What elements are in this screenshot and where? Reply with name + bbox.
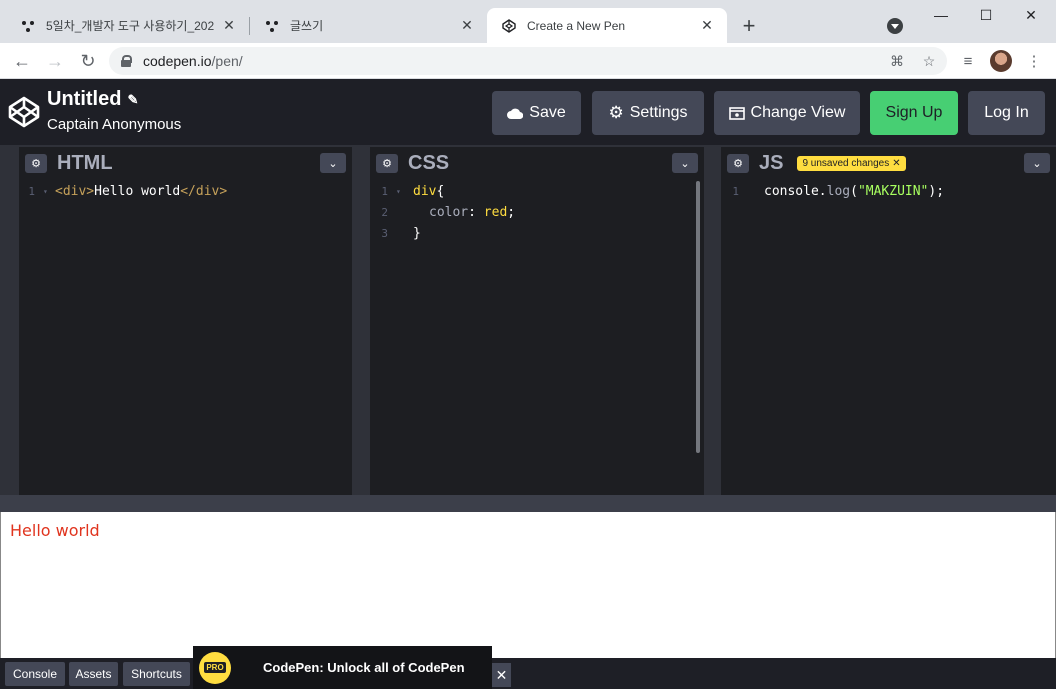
editor-resize-bar[interactable] [0, 495, 1056, 512]
css-chevron-down-icon[interactable]: ⌄ [672, 153, 698, 173]
shortcuts-button[interactable]: Shortcuts [123, 662, 190, 686]
codepen-favicon-icon [501, 18, 517, 34]
js-editor-pane: ⚙ JS 9 unsaved changes ✕ ⌄ 1 console. log… [721, 145, 1056, 495]
cloud-icon [507, 108, 524, 119]
css-editor-header: ⚙ CSS ⌄ [370, 145, 704, 179]
pro-badge-icon: PRO [199, 651, 231, 684]
unsaved-changes-badge[interactable]: 9 unsaved changes ✕ [797, 155, 906, 171]
promo-text[interactable]: CodePen: Unlock all of CodePen [263, 660, 465, 675]
back-arrow-icon[interactable]: ← [10, 49, 34, 73]
pro-promo-banner[interactable]: PRO CodePen: Unlock all of CodePen [193, 646, 492, 689]
translate-icon[interactable]: ⌘ [887, 51, 907, 71]
css-editor-label: CSS [408, 151, 450, 174]
profile-avatar[interactable] [990, 50, 1012, 72]
maximize-window-button[interactable]: ☐ [963, 0, 1009, 30]
forward-arrow-icon[interactable]: → [43, 49, 67, 73]
new-tab-button[interactable]: + [737, 13, 761, 38]
pen-title[interactable]: Untitled ✎ [47, 88, 138, 111]
tab-title: 글쓰기 [290, 19, 324, 33]
save-label: Save [529, 104, 566, 121]
unsaved-changes-text: 9 unsaved changes [802, 157, 890, 169]
media-queue-icon[interactable]: ≡ [956, 49, 980, 73]
line-number: 2 [381, 206, 388, 219]
close-window-button[interactable]: ✕ [1008, 0, 1054, 30]
address-bar[interactable]: codepen.io/pen/ ⌘ ☆ [109, 47, 947, 75]
codepen-logo-icon[interactable] [8, 96, 40, 128]
three-dot-favicon-icon [264, 18, 280, 34]
code-line[interactable]: 2 color: red; [370, 202, 704, 223]
tab-search-icon[interactable] [887, 18, 903, 34]
codepen-footer: Console Assets Shortcuts [0, 658, 1056, 689]
browser-tab-write[interactable]: 글쓰기 ✕ [244, 8, 487, 43]
browser-tab-codepen[interactable]: Create a New Pen ✕ [487, 8, 727, 43]
pen-owner: Captain Anonymous [47, 116, 182, 133]
js-code[interactable]: 1 console. log("MAKZUIN"); [721, 181, 1056, 202]
code-line[interactable]: 1 console. log("MAKZUIN"); [721, 181, 1056, 202]
settings-label: Settings [629, 104, 688, 121]
console-button[interactable]: Console [5, 662, 65, 686]
change-view-label: Change View [750, 104, 846, 121]
code-line[interactable]: 3 } [370, 223, 704, 244]
settings-button[interactable]: ⚙ Settings [592, 91, 704, 135]
js-editor-header: ⚙ JS 9 unsaved changes ✕ ⌄ [721, 145, 1056, 179]
css-code[interactable]: 1 ▾ div{ 2 color: red; 3 } [370, 181, 704, 244]
html-code[interactable]: 1 ▾ <div> Hello world </div> [19, 181, 352, 202]
html-editor-label: HTML [57, 151, 113, 174]
change-view-button[interactable]: Change View [714, 91, 860, 135]
result-preview: Hello world [0, 512, 1056, 658]
save-button[interactable]: Save [492, 91, 581, 135]
code-line[interactable]: 1 ▾ div{ [370, 181, 704, 202]
html-editor-pane: ⚙ HTML ⌄ 1 ▾ <div> Hello world </div> [19, 145, 352, 495]
reload-icon[interactable]: ↻ [76, 49, 100, 73]
preview-text: Hello world [10, 521, 100, 540]
assets-button[interactable]: Assets [69, 662, 118, 686]
close-tab-icon[interactable]: ✕ [221, 17, 237, 34]
tab-title: Create a New Pen [527, 18, 626, 33]
edit-pencil-icon[interactable]: ✎ [127, 92, 138, 108]
browser-toolbar: ← → ↻ codepen.io/pen/ ⌘ ☆ ≡ ⋮ [0, 43, 1056, 79]
pen-title-text[interactable]: Untitled [47, 88, 121, 111]
html-chevron-down-icon[interactable]: ⌄ [320, 153, 346, 173]
code-line[interactable]: 1 ▾ <div> Hello world </div> [19, 181, 352, 202]
js-editor-label: JS [759, 151, 784, 174]
browser-tab-devtools[interactable]: 5일차_개발자 도구 사용하기_202 ✕ [0, 8, 249, 43]
gear-icon: ⚙ [608, 103, 624, 122]
codepen-header: Untitled ✎ Captain Anonymous Save ⚙ Sett… [0, 79, 1056, 145]
html-settings-gear-icon[interactable]: ⚙ [25, 153, 47, 173]
close-tab-icon[interactable]: ✕ [459, 17, 475, 34]
css-scrollbar[interactable] [696, 181, 700, 453]
log-in-button[interactable]: Log In [968, 91, 1045, 135]
close-promo-button[interactable]: ✕ [492, 663, 511, 687]
more-menu-icon[interactable]: ⋮ [1022, 49, 1046, 73]
three-dot-favicon-icon [20, 18, 36, 34]
dismiss-badge-icon[interactable]: ✕ [892, 158, 900, 169]
layout-view-icon [728, 106, 745, 120]
sign-up-button[interactable]: Sign Up [870, 91, 958, 135]
minimize-window-button[interactable]: — [918, 0, 964, 30]
line-number: 3 [381, 227, 388, 240]
line-number: 1 [381, 185, 388, 198]
js-settings-gear-icon[interactable]: ⚙ [727, 153, 749, 173]
line-number: 1 [28, 185, 35, 198]
html-editor-header: ⚙ HTML ⌄ [19, 145, 352, 179]
bookmark-star-icon[interactable]: ☆ [919, 51, 939, 71]
close-tab-icon[interactable]: ✕ [699, 17, 715, 34]
tab-title: 5일차_개발자 도구 사용하기_202 [46, 19, 215, 33]
js-chevron-down-icon[interactable]: ⌄ [1024, 153, 1050, 173]
css-editor-pane: ⚙ CSS ⌄ 1 ▾ div{ 2 color: red; 3 } [370, 145, 704, 495]
lock-icon[interactable] [121, 55, 132, 67]
css-settings-gear-icon[interactable]: ⚙ [376, 153, 398, 173]
address-url[interactable]: codepen.io/pen/ [143, 53, 243, 69]
editor-area: ⚙ HTML ⌄ 1 ▾ <div> Hello world </div> ⚙ CS… [0, 145, 1056, 495]
browser-tab-strip: 5일차_개발자 도구 사용하기_202 ✕ 글쓰기 ✕ Create a New… [0, 0, 1056, 43]
line-number: 1 [732, 185, 739, 198]
